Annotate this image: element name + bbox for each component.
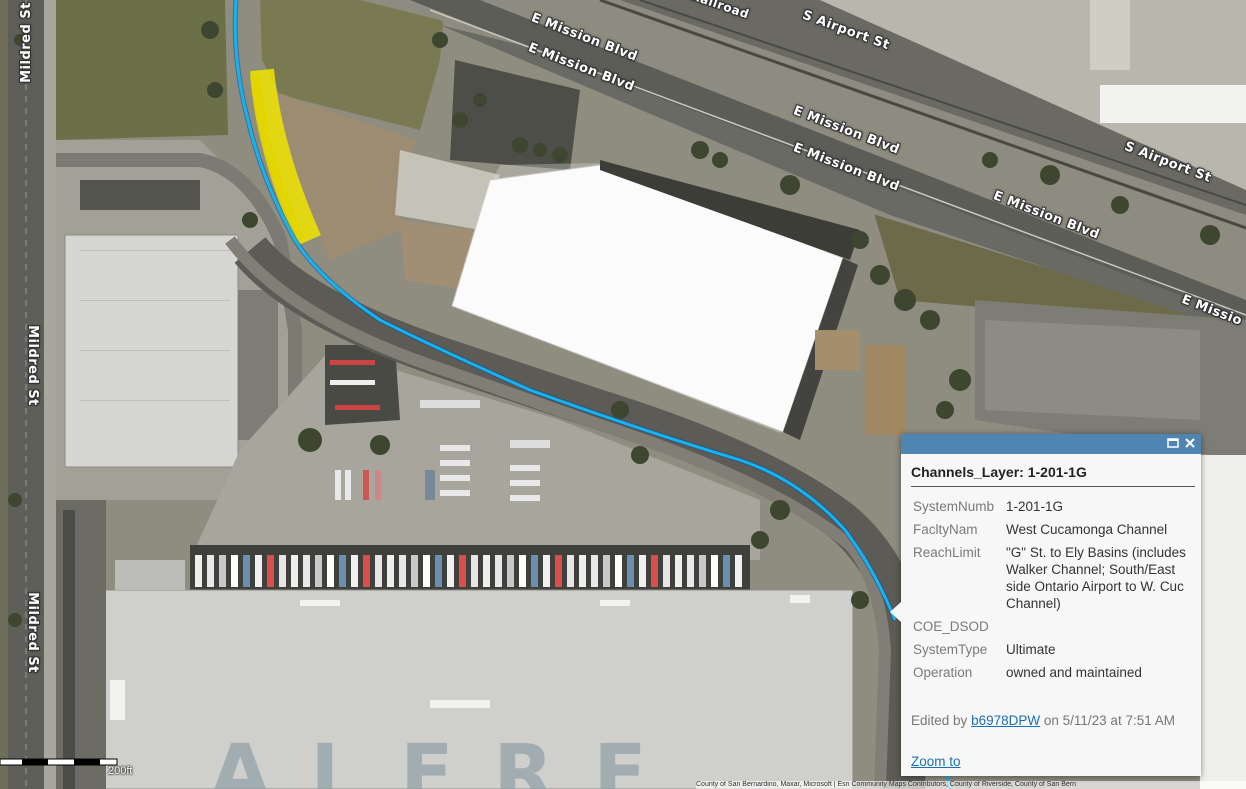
trailer [603,555,610,587]
trailer [255,555,262,587]
field-name: SystemNumb [913,499,995,514]
edited-prefix: Edited by [911,713,968,728]
field-value [1002,615,1200,638]
trailer [723,555,730,587]
street-label-mildred: Mildred St [24,592,40,673]
trailer [471,555,478,587]
trailer [711,555,718,587]
field-name: ReachLimit [913,545,981,560]
trailer [375,555,382,587]
trailer [483,555,490,587]
attribute-table: SystemNumb 1-201-1G FacltyNam West Cucamon… [909,495,1200,684]
table-row: ReachLimit "G" St. to Ely Basins (include… [909,541,1200,615]
trailer [399,555,406,587]
field-name: Operation [913,665,973,680]
table-row: SystemNumb 1-201-1G [909,495,1200,518]
trailer [351,555,358,587]
editor-link[interactable]: b6978DPW [971,713,1040,728]
trailer [579,555,586,587]
scale-bar [0,757,118,767]
trailer [219,555,226,587]
field-value: Ultimate [1006,642,1056,657]
trailer [675,555,682,587]
table-row: SystemType Ultimate [909,638,1200,661]
roof-lettering: ALERE [210,729,687,789]
trailer [315,555,322,587]
table-row: Operation owned and maintained [909,661,1200,684]
trailer [447,555,454,587]
trailer [531,555,538,587]
trailer [291,555,298,587]
trailer [495,555,502,587]
trailer [303,555,310,587]
trailer [519,555,526,587]
street-label-mildred: Mildred St [24,325,40,406]
trailer [735,555,742,587]
trailer [411,555,418,587]
trailer [267,555,274,587]
scale-label: 200ft [108,765,133,777]
trailer [231,555,238,587]
trailer [699,555,706,587]
zoom-to-link[interactable]: Zoom to [911,754,961,769]
popup-pointer [890,602,901,622]
trailer [639,555,646,587]
field-value: "G" St. to Ely Basins (includes Walker C… [1006,545,1186,611]
table-row: COE_DSOD [909,615,1200,638]
trailer [387,555,394,587]
trailer [243,555,250,587]
trailer [279,555,286,587]
trailer [663,555,670,587]
trailer [651,555,658,587]
feature-popup: Channels_Layer: 1-201-1G SystemNumb 1-201… [890,434,1201,776]
popup-header [901,434,1201,454]
table-row: FacltyNam West Cucamonga Channel [909,518,1200,541]
street-label-mildred: Mildred St [18,2,34,83]
trailer [555,555,562,587]
trailer [615,555,622,587]
field-value: 1-201-1G [1006,499,1064,514]
trailer [423,555,430,587]
field-name: SystemType [913,642,988,657]
trailer [687,555,694,587]
popup-title: Channels_Layer: 1-201-1G [911,464,1195,487]
field-name: COE_DSOD [913,619,989,634]
maximize-icon[interactable] [1167,435,1179,453]
edit-info: Edited by b6978DPW on 5/11/23 at 7:51 AM [911,712,1191,729]
trailer [627,555,634,587]
trailer [435,555,442,587]
trailer [327,555,334,587]
trailer [339,555,346,587]
trailer [591,555,598,587]
trailer [543,555,550,587]
trailer [459,555,466,587]
trailer [195,555,202,587]
field-name: FacltyNam [913,522,978,537]
field-value: West Cucamonga Channel [1006,522,1168,537]
edited-suffix: on 5/11/23 at 7:51 AM [1043,713,1175,728]
map-attribution: County of San Bernardino, Maxar, Microso… [696,781,1246,789]
field-value: owned and maintained [1006,665,1142,680]
close-icon[interactable] [1184,435,1196,453]
trailer [567,555,574,587]
trailer [207,555,214,587]
trailer [507,555,514,587]
trailer [363,555,370,587]
